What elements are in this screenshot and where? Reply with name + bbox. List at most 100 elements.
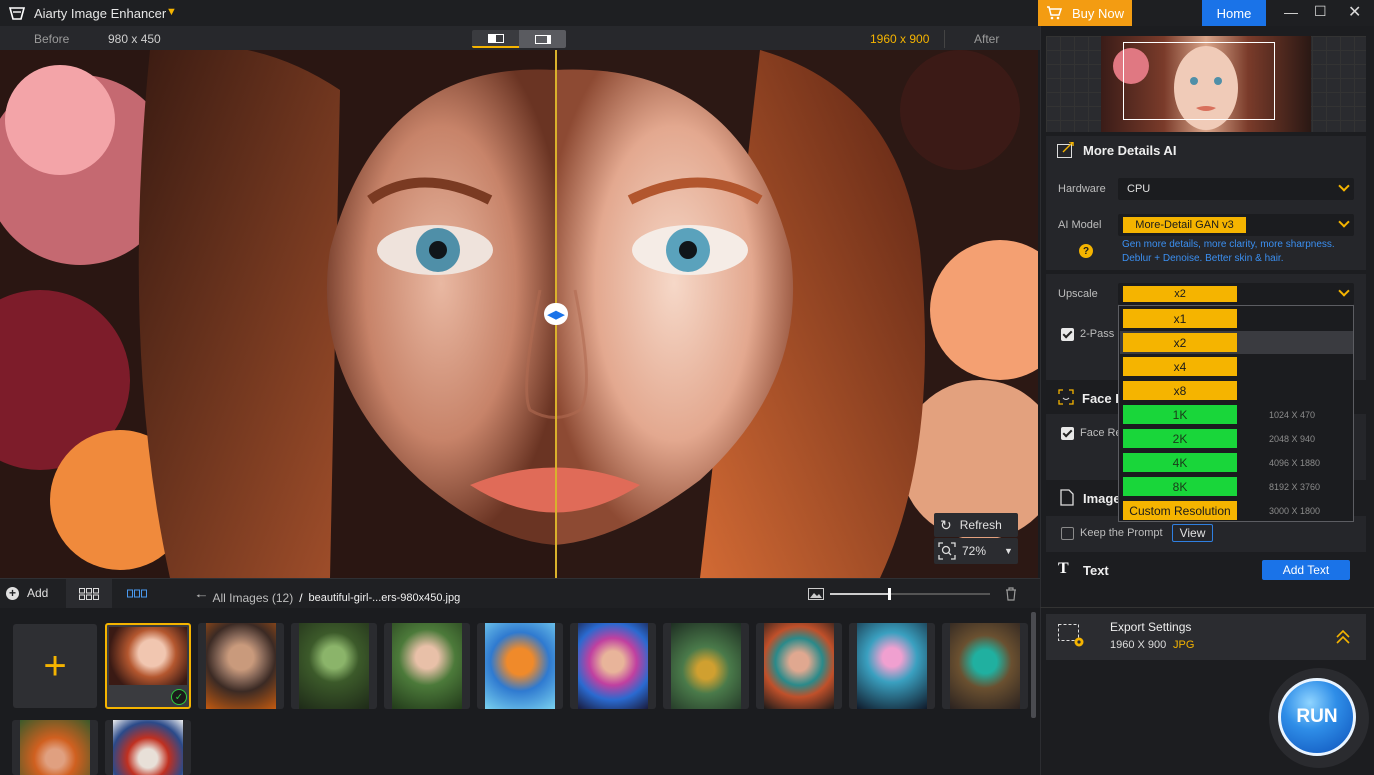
thumbnail[interactable] — [12, 720, 98, 775]
upscale-option[interactable]: x8 — [1123, 381, 1237, 400]
slider-knob[interactable] — [888, 588, 892, 600]
upscale-option[interactable]: x4 — [1123, 357, 1237, 376]
upscale-option[interactable]: 8K — [1123, 477, 1237, 496]
zoom-dropdown-chevron-icon[interactable]: ▼ — [1004, 546, 1013, 556]
trash-icon[interactable] — [1005, 587, 1017, 601]
title-bar: Aiarty Image Enhancer ▼ — [0, 0, 1040, 26]
thumbnail[interactable] — [384, 623, 470, 709]
add-images-button[interactable]: + Add — [6, 586, 48, 600]
breadcrumb-separator: / — [299, 590, 303, 605]
grid-view-tab[interactable] — [66, 579, 112, 609]
close-icon[interactable]: ✕ — [1348, 2, 1361, 22]
split-drag-handle[interactable]: ◀▶ — [544, 303, 568, 325]
thumbnail[interactable] — [570, 623, 656, 709]
hardware-dropdown[interactable]: CPU — [1118, 178, 1354, 200]
text-section-title: Text — [1083, 563, 1109, 578]
single-view-icon — [487, 33, 504, 43]
upscale-option-resolution: 3000 X 1800 — [1269, 506, 1321, 516]
before-label: Before — [34, 32, 70, 46]
upscale-dropdown[interactable]: x2 — [1118, 283, 1354, 305]
export-settings-icon — [1058, 624, 1084, 647]
model-description-line: Gen more details, more clarity, more sha… — [1122, 239, 1335, 250]
buy-now-button[interactable]: Buy Now — [1038, 0, 1132, 26]
thumbnail-image — [485, 623, 555, 709]
export-format: JPG — [1173, 639, 1195, 651]
strip-view-tab[interactable] — [114, 579, 160, 609]
thumbnail[interactable] — [663, 623, 749, 709]
upscale-option[interactable]: 2K — [1123, 429, 1237, 448]
upscale-value: x2 — [1123, 286, 1237, 302]
check-badge-icon: ✓ — [171, 689, 187, 705]
view-prompt-button[interactable]: View — [1172, 524, 1213, 542]
add-image-tile[interactable]: + — [13, 624, 97, 708]
slider-fill — [830, 593, 890, 595]
image-section-title: Image — [1083, 491, 1121, 506]
thumbnail[interactable] — [291, 623, 377, 709]
thumbnail[interactable] — [849, 623, 935, 709]
face-recovery-checkbox[interactable] — [1061, 427, 1074, 440]
breadcrumb-all-images[interactable]: All Images (12) — [213, 591, 294, 605]
keep-prompt-label: Keep the Prompt — [1080, 527, 1163, 539]
enhance-icon — [1057, 142, 1074, 158]
thumbnail-image — [113, 720, 183, 775]
hardware-value: CPU — [1127, 183, 1151, 195]
view-mode-toggle[interactable] — [472, 30, 566, 48]
grid-view-icon — [79, 588, 99, 600]
before-size: 980 x 450 — [108, 32, 161, 46]
thumbnail-image — [299, 623, 369, 709]
thumbnail-selected[interactable]: ✓ — [105, 623, 191, 709]
thumbnail-size-slider[interactable] — [830, 588, 990, 600]
upscale-option[interactable]: 4K — [1123, 453, 1237, 472]
refresh-button[interactable]: ↻ Refresh — [934, 513, 1018, 537]
app-title: Aiarty Image Enhancer — [34, 6, 167, 21]
chevron-down-icon — [1338, 285, 1350, 297]
zoom-control[interactable]: 72% ▼ — [934, 538, 1018, 564]
ai-model-label: AI Model — [1058, 219, 1102, 231]
document-icon — [1060, 489, 1074, 506]
split-view-icon — [534, 34, 551, 44]
thumbnail[interactable] — [942, 623, 1028, 709]
two-pass-checkbox[interactable] — [1061, 328, 1074, 341]
upscale-option-resolution: 2048 X 940 — [1269, 434, 1316, 444]
help-icon[interactable]: ? — [1079, 244, 1093, 258]
maximize-icon[interactable]: ☐ — [1314, 3, 1327, 20]
upscale-option[interactable]: 1K — [1123, 405, 1237, 424]
model-description-line: Deblur + Denoise. Better skin & hair. — [1122, 253, 1284, 264]
zoom-fit-icon — [938, 542, 956, 560]
ai-model-dropdown[interactable]: More-Detail GAN v3 — [1118, 214, 1354, 236]
thumbnail[interactable] — [756, 623, 842, 709]
run-button[interactable]: RUN — [1278, 678, 1356, 756]
zoom-value: 72% — [962, 544, 987, 558]
image-browser-toolbar: + Add 🠐 All Images (12) / beautiful-girl… — [0, 578, 1040, 609]
home-button[interactable]: Home — [1202, 0, 1266, 26]
text-tool-icon: T — [1058, 560, 1069, 577]
minimize-icon[interactable]: — — [1284, 4, 1298, 20]
split-view-button[interactable] — [519, 30, 566, 48]
thumbnail[interactable] — [477, 623, 563, 709]
app-menu-chevron-icon[interactable]: ▼ — [166, 6, 177, 18]
thumbnail[interactable] — [198, 623, 284, 709]
upscale-option[interactable]: x2 — [1123, 333, 1237, 352]
thumbnail-scrollbar[interactable] — [1031, 612, 1036, 718]
upscale-options-list: x1 x2 x4 x8 1K 1024 X 470 2K 2048 X 940 4K 4096 X… — [1118, 305, 1354, 522]
upscale-option-resolution: 8192 X 3760 — [1269, 482, 1321, 492]
chevron-down-icon — [1338, 180, 1350, 192]
after-label: After — [974, 32, 1000, 46]
upscale-option[interactable]: x1 — [1123, 309, 1237, 328]
keep-prompt-checkbox[interactable] — [1061, 527, 1074, 540]
thumbnail[interactable] — [105, 720, 191, 775]
back-arrow-icon[interactable]: 🠐 — [196, 587, 207, 608]
upscale-option[interactable]: Custom Resolution — [1123, 501, 1237, 520]
add-text-button[interactable]: Add Text — [1262, 560, 1350, 580]
after-size: 1960 x 900 — [870, 32, 930, 46]
export-size: 1960 X 900 — [1110, 639, 1167, 651]
image-preview[interactable] — [0, 50, 1038, 578]
two-pass-label: 2-Pass — [1080, 328, 1115, 340]
chevron-up-icon[interactable] — [1336, 630, 1350, 644]
single-view-button[interactable] — [472, 30, 519, 48]
navigator-viewport-frame[interactable] — [1123, 42, 1275, 120]
thumbnail-image — [578, 623, 648, 709]
thumbnail-image — [764, 623, 834, 709]
portrait-image — [0, 50, 1038, 578]
export-settings-box[interactable] — [1046, 614, 1366, 660]
